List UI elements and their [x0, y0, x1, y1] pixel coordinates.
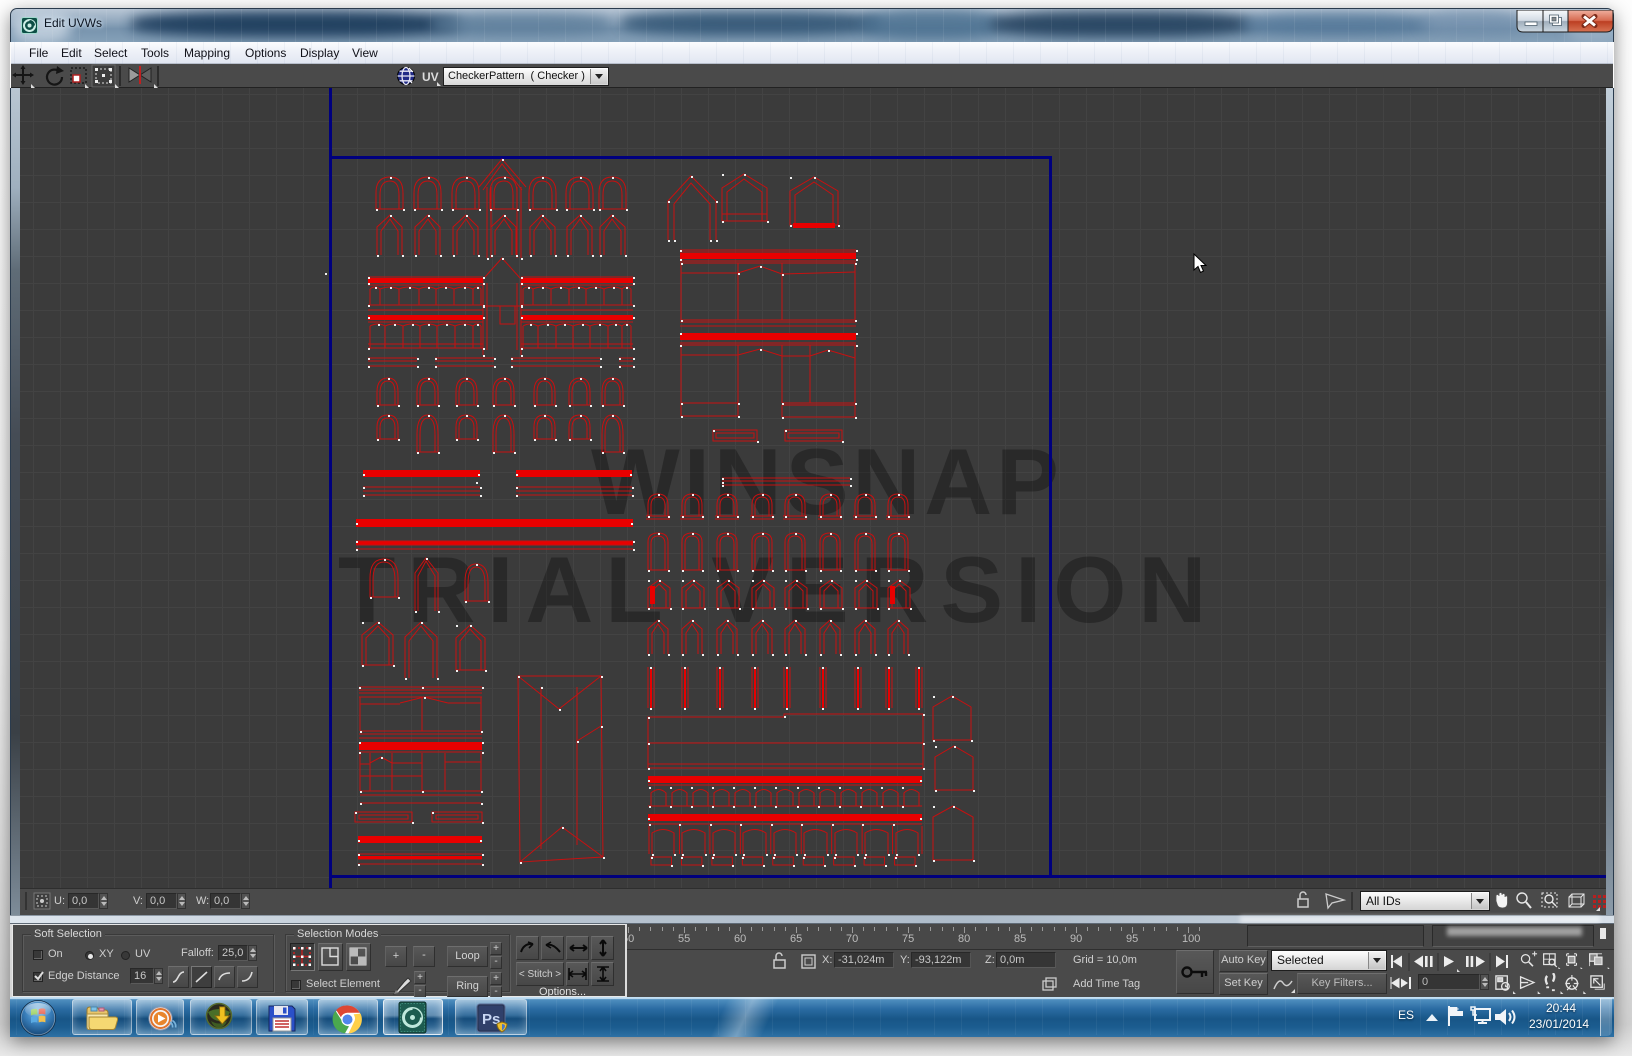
- svg-text:UV: UV: [422, 70, 439, 84]
